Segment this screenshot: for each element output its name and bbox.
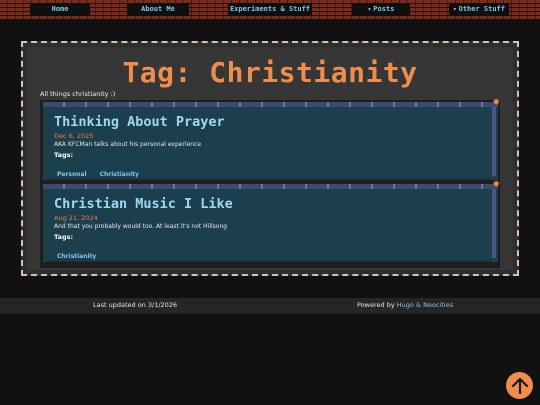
tag-link-christianity[interactable]: Christianity (57, 253, 96, 260)
post-description: AKA KFCMan talks about his personal expe… (54, 141, 202, 148)
tag-link-christianity[interactable]: Christianity (100, 171, 139, 178)
tag-list: Personal Christianity (57, 161, 147, 180)
page-title: Tag: Christianity (122, 56, 418, 89)
nav-posts-label: Posts (373, 5, 395, 13)
powered-by-text: Powered by Hugo & Neocities (357, 301, 453, 309)
tags-label: Tags: (54, 151, 74, 159)
post-date: Aug 21, 2024 (54, 214, 98, 222)
gear-bolt-icon: ✹ (492, 180, 500, 190)
card-pipe-decoration (47, 260, 492, 262)
nav-home-link[interactable]: Home (30, 3, 90, 16)
tag-list: Christianity (57, 243, 104, 262)
ampersand: & (415, 301, 422, 309)
powered-by-prefix: Powered by (357, 301, 395, 309)
post-date: Dec 6, 2025 (54, 132, 94, 140)
post-title-link[interactable]: Thinking About Prayer (54, 114, 225, 130)
chevron-down-icon: ▾ (367, 6, 372, 13)
nav-home-label: Home (51, 5, 69, 13)
tags-label: Tags: (54, 233, 74, 241)
arrow-up-icon (511, 377, 528, 394)
hugo-link[interactable]: Hugo (397, 301, 414, 309)
tag-link-personal[interactable]: Personal (57, 171, 87, 178)
nav-experiments-label: Experiments & Stuff (229, 5, 311, 13)
chevron-down-icon: ▾ (453, 6, 457, 13)
scroll-to-top-button[interactable] (506, 372, 533, 399)
top-navigation: Home About Me Experiments & Stuff ▾ Posts… (0, 0, 540, 19)
nav-about-link[interactable]: About Me (127, 3, 189, 16)
last-updated-text: Last updated on 3/1/2026 (93, 301, 178, 309)
neocities-link[interactable]: Neocities (423, 301, 453, 309)
post-card: ✹ Thinking About Prayer Dec 6, 2025 AKA … (43, 98, 500, 180)
gear-bolt-icon: ✹ (492, 98, 500, 108)
page-subtitle: All things christianity :) (40, 90, 116, 98)
nav-experiments-link[interactable]: Experiments & Stuff (228, 3, 312, 16)
nav-other-label: Other Stuff (458, 5, 505, 13)
nav-other-dropdown[interactable]: ▾ Other Stuff (449, 3, 509, 16)
post-description: And that you probably would too. At leas… (54, 223, 228, 230)
nav-posts-dropdown[interactable]: ▾ Posts (352, 3, 410, 16)
nav-about-label: About Me (141, 5, 175, 13)
site-footer: Last updated on 3/1/2026 Powered by Hugo… (0, 298, 540, 314)
post-card: ✹ Christian Music I Like Aug 21, 2024 An… (43, 180, 500, 262)
post-title-link[interactable]: Christian Music I Like (54, 196, 233, 212)
